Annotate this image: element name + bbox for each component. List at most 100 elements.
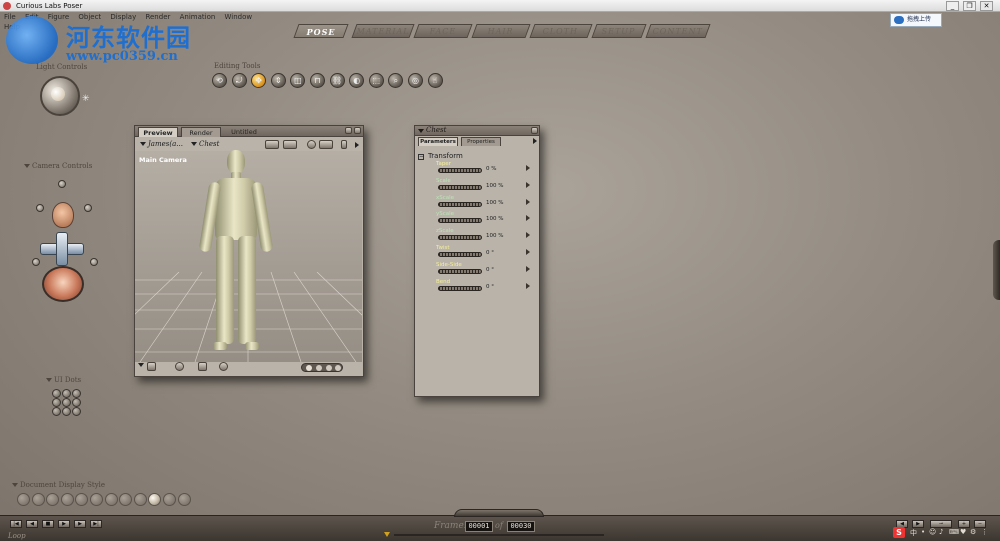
- display-style-button[interactable]: [60, 493, 74, 506]
- menu-file[interactable]: File: [4, 13, 16, 21]
- translate-icon[interactable]: ✥: [251, 73, 267, 88]
- parameters-actor-name[interactable]: Chest: [426, 126, 446, 134]
- timeline-scrubber-icon[interactable]: [384, 532, 390, 537]
- morph-brush-icon[interactable]: ◎: [408, 73, 423, 88]
- view-magnifier-icon[interactable]: ⌕: [388, 73, 404, 88]
- parameter-value[interactable]: 0 °: [486, 250, 494, 256]
- figure-head[interactable]: [227, 150, 245, 174]
- play-button[interactable]: ▶: [58, 520, 70, 528]
- tab-parameters[interactable]: Parameters: [418, 137, 458, 146]
- foreground-color-icon[interactable]: [219, 362, 228, 371]
- tab-preview[interactable]: Preview: [138, 127, 178, 137]
- display-style-button[interactable]: [31, 493, 45, 506]
- ui-dot[interactable]: [52, 398, 61, 407]
- parameter-dial[interactable]: [438, 201, 482, 207]
- ui-dot[interactable]: [72, 389, 81, 398]
- sogou-ime-icon[interactable]: S: [893, 527, 905, 538]
- tab-render[interactable]: Render: [181, 127, 221, 137]
- current-frame-field[interactable]: 00001: [465, 521, 493, 532]
- camera-focal-icon[interactable]: [90, 258, 98, 266]
- ui-dot[interactable]: [72, 398, 81, 407]
- parameter-dial[interactable]: [438, 168, 482, 173]
- chain-break-icon[interactable]: ⛓: [329, 73, 345, 88]
- tab-setup[interactable]: SETUP: [591, 24, 647, 38]
- rotate-icon[interactable]: ⟲: [212, 73, 227, 88]
- ime-keyboard-icon[interactable]: ⌨: [949, 528, 959, 536]
- stop-button[interactable]: ■: [42, 520, 54, 528]
- parameter-menu-arrow-icon[interactable]: [526, 181, 530, 188]
- parameter-value[interactable]: 100 %: [486, 216, 503, 222]
- total-frames-field[interactable]: 00030: [507, 521, 535, 532]
- ime-chinese-icon[interactable]: 中: [910, 528, 917, 538]
- display-style-button[interactable]: [75, 493, 89, 506]
- parameter-dial[interactable]: [438, 235, 482, 241]
- ime-punct-icon[interactable]: •: [921, 528, 925, 536]
- light-controls-globe[interactable]: [40, 76, 80, 116]
- translate-in-out-icon[interactable]: ⇕: [270, 73, 286, 88]
- ime-voice-icon[interactable]: ♪: [939, 528, 943, 536]
- figure-james[interactable]: [198, 150, 274, 360]
- figure-select[interactable]: James(a...: [140, 140, 183, 148]
- tab-cloth[interactable]: CLOTH: [529, 24, 593, 38]
- parameter-dial[interactable]: [438, 252, 482, 257]
- camera-trackball[interactable]: [42, 266, 84, 302]
- camera-right-hand-icon[interactable]: [84, 204, 92, 212]
- parameter-value[interactable]: 0 %: [486, 166, 496, 172]
- loop-label[interactable]: Loop: [8, 532, 26, 540]
- document-menu-arrow-icon[interactable]: [355, 142, 359, 148]
- background-color-icon[interactable]: [175, 362, 184, 371]
- parameter-menu-arrow-icon[interactable]: [526, 265, 530, 272]
- grouping-icon[interactable]: ⬚: [368, 73, 384, 88]
- twist-icon[interactable]: ⤾: [231, 73, 247, 88]
- parameter-menu-arrow-icon[interactable]: [526, 215, 530, 222]
- ui-dot[interactable]: [62, 389, 71, 398]
- parameter-value[interactable]: 100 %: [486, 200, 503, 206]
- ui-dot[interactable]: [72, 407, 81, 416]
- layout-dot-3[interactable]: [326, 365, 332, 371]
- figure-left-foot[interactable]: [213, 342, 227, 350]
- tab-face[interactable]: FACE: [413, 24, 473, 38]
- parameter-value[interactable]: 100 %: [486, 183, 503, 189]
- ime-emoji-icon[interactable]: ☺: [929, 528, 936, 536]
- tab-material[interactable]: MATERIAL: [351, 24, 415, 38]
- ime-tools-icon[interactable]: ⚙: [970, 528, 976, 536]
- parameter-menu-arrow-icon[interactable]: [526, 198, 530, 205]
- layout-dot-1[interactable]: [306, 365, 312, 371]
- close-button[interactable]: ✕: [980, 1, 993, 11]
- scale-icon[interactable]: ◫: [290, 73, 306, 88]
- camera-scale-icon[interactable]: [32, 258, 40, 266]
- delete-key-button[interactable]: −: [974, 520, 986, 528]
- view-layout-buttons[interactable]: [301, 363, 343, 372]
- display-style-button[interactable]: [177, 493, 191, 506]
- display-style-button[interactable]: [119, 493, 133, 506]
- view-cams-icon[interactable]: [283, 140, 297, 149]
- move-y-small-icon[interactable]: [341, 140, 347, 149]
- parameter-dial[interactable]: [438, 285, 482, 291]
- go-to-end-button[interactable]: ▶|: [90, 520, 102, 528]
- layout-dot-4[interactable]: [335, 365, 341, 371]
- camera-left-hand-icon[interactable]: [36, 204, 44, 212]
- tab-properties[interactable]: Properties: [461, 137, 501, 146]
- ime-more-icon[interactable]: ⋮: [981, 528, 988, 536]
- menu-window[interactable]: Window: [225, 13, 253, 21]
- face-camera-icon[interactable]: [52, 202, 74, 228]
- actor-select[interactable]: Chest: [191, 140, 219, 148]
- transform-collapse-icon[interactable]: −: [418, 154, 424, 160]
- render-settings-icon[interactable]: [265, 140, 279, 149]
- ui-dot[interactable]: [52, 407, 61, 416]
- minimize-button[interactable]: _: [946, 1, 959, 11]
- parameter-menu-arrow-icon[interactable]: [526, 165, 530, 171]
- display-style-button[interactable]: [163, 493, 176, 506]
- ime-skin-icon[interactable]: ♥: [960, 528, 966, 536]
- parameter-menu-arrow-icon[interactable]: [526, 249, 530, 255]
- color-icon[interactable]: ◐: [349, 73, 365, 88]
- parameter-value[interactable]: 0 °: [486, 284, 494, 290]
- display-style-button[interactable]: [17, 493, 30, 506]
- display-style-button[interactable]: [104, 493, 118, 506]
- animation-drawer-handle[interactable]: [454, 509, 544, 517]
- camera-move-y-icon[interactable]: [56, 232, 68, 266]
- next-key-button[interactable]: ▶: [912, 520, 924, 528]
- taper-icon[interactable]: ⊓: [310, 73, 325, 88]
- camera-hands-icon[interactable]: [58, 180, 66, 188]
- display-style-button[interactable]: [148, 493, 162, 506]
